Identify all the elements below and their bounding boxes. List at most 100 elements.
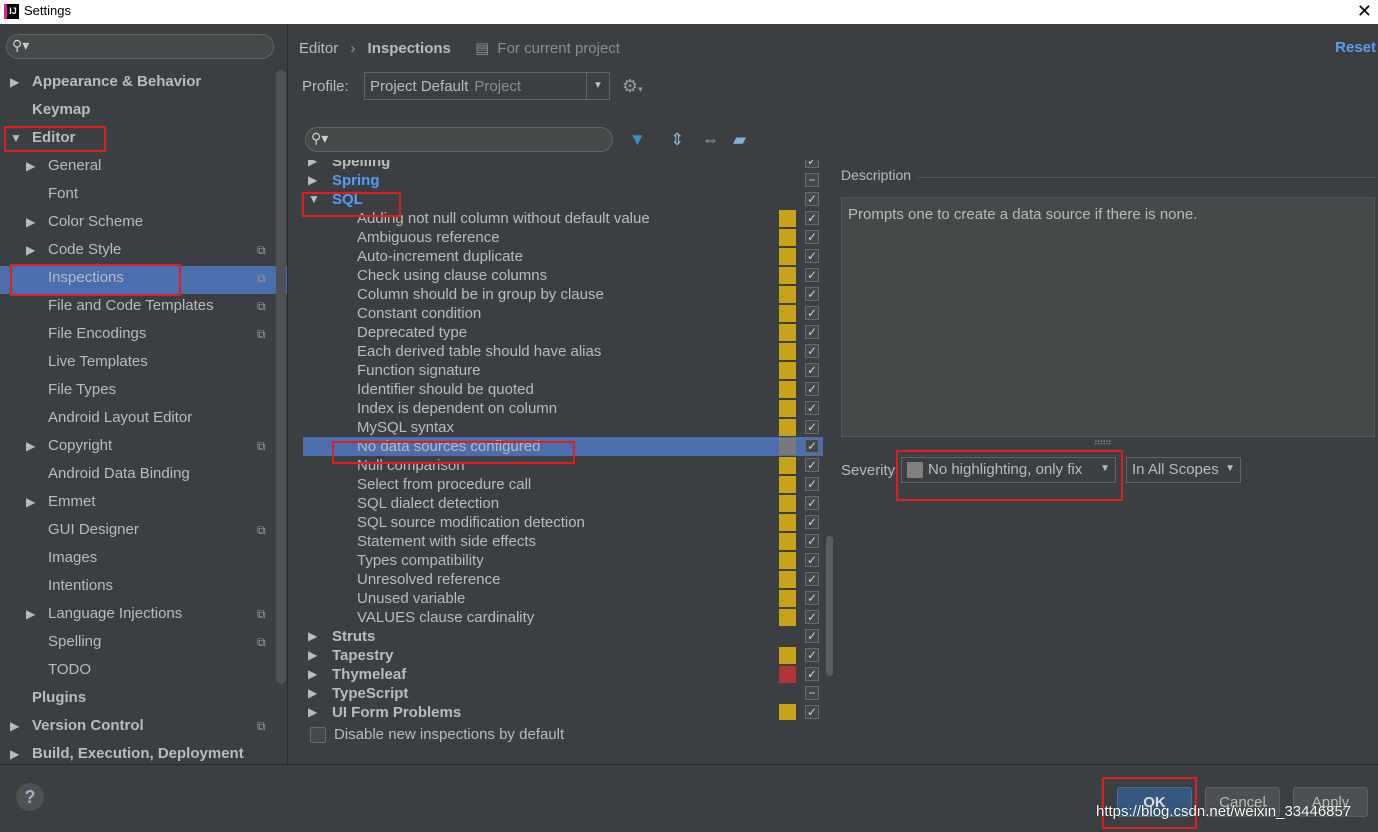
inspection-enabled-checkbox[interactable]: ✓ (805, 249, 819, 263)
sidebar-item-file-and-code-templates[interactable]: File and Code Templates (26, 292, 276, 320)
settings-search[interactable]: ⚲▾ (6, 34, 274, 59)
sidebar-item-font[interactable]: Font (26, 180, 276, 208)
inspection-row[interactable]: VALUES clause cardinality ✓ (303, 608, 823, 627)
sidebar-item-code-style[interactable]: ▶ Code Style (26, 236, 276, 264)
sidebar-item-file-types[interactable]: File Types (26, 376, 276, 404)
collapsed-arrow-icon[interactable]: ▶ (308, 684, 317, 703)
inspection-enabled-checkbox[interactable]: ✓ (805, 667, 819, 681)
collapsed-arrow-icon[interactable]: ▶ (308, 160, 317, 171)
scroll-thumb[interactable] (826, 536, 833, 676)
inspection-row[interactable]: Check using clause columns ✓ (303, 266, 823, 285)
inspection-enabled-checkbox[interactable]: ✓ (805, 192, 819, 206)
inspection-group-row[interactable]: ▶ TypeScript − (303, 684, 823, 703)
sidebar-item-plugins[interactable]: Plugins (10, 684, 260, 712)
sidebar-item-editor[interactable]: ▼ Editor (10, 124, 260, 152)
expand-all-icon[interactable]: ⇕ (670, 130, 684, 150)
inspection-enabled-checkbox[interactable]: ✓ (805, 591, 819, 605)
sidebar-item-live-templates[interactable]: Live Templates (26, 348, 276, 376)
gear-icon[interactable]: ⚙▾ (622, 76, 643, 97)
help-button[interactable]: ? (16, 783, 44, 811)
inspection-enabled-checkbox[interactable]: ✓ (805, 268, 819, 282)
inspection-row[interactable]: Ambiguous reference ✓ (303, 228, 823, 247)
inspection-row[interactable]: Unresolved reference ✓ (303, 570, 823, 589)
inspection-group-row[interactable]: ▶ Spelling ✓ (303, 160, 823, 171)
inspection-enabled-checkbox[interactable]: − (805, 686, 819, 700)
profile-dropdown[interactable]: Project Default Project ▼ (364, 72, 610, 100)
inspection-row[interactable]: Select from procedure call ✓ (303, 475, 823, 494)
inspection-row[interactable]: Null comparison ✓ (303, 456, 823, 475)
inspection-enabled-checkbox[interactable]: ✓ (805, 439, 819, 453)
collapsed-arrow-icon[interactable]: ▶ (10, 712, 24, 740)
inspection-row[interactable]: Identifier should be quoted ✓ (303, 380, 823, 399)
inspection-row[interactable]: Statement with side effects ✓ (303, 532, 823, 551)
expanded-arrow-icon[interactable]: ▼ (308, 190, 320, 209)
inspection-row[interactable]: Function signature ✓ (303, 361, 823, 380)
close-icon[interactable]: ✕ (1357, 0, 1372, 22)
sidebar-item-todo[interactable]: TODO (26, 656, 276, 684)
collapsed-arrow-icon[interactable]: ▶ (26, 152, 40, 180)
expanded-arrow-icon[interactable]: ▼ (10, 124, 24, 152)
inspection-row[interactable]: SQL dialect detection ✓ (303, 494, 823, 513)
inspection-group-row[interactable]: ▶ Tapestry ✓ (303, 646, 823, 665)
sidebar-item-spelling[interactable]: Spelling (26, 628, 276, 656)
inspection-enabled-checkbox[interactable]: ✓ (805, 629, 819, 643)
inspection-enabled-checkbox[interactable]: ✓ (805, 287, 819, 301)
inspection-enabled-checkbox[interactable]: ✓ (805, 306, 819, 320)
inspection-row[interactable]: Adding not null column without default v… (303, 209, 823, 228)
inspection-enabled-checkbox[interactable]: ✓ (805, 420, 819, 434)
inspection-enabled-checkbox[interactable]: ✓ (805, 363, 819, 377)
inspection-enabled-checkbox[interactable]: ✓ (805, 211, 819, 225)
inspection-row[interactable]: Column should be in group by clause ✓ (303, 285, 823, 304)
inspection-row[interactable]: Each derived table should have alias ✓ (303, 342, 823, 361)
inspection-group-row[interactable]: ▶ Struts ✓ (303, 627, 823, 646)
collapsed-arrow-icon[interactable]: ▶ (26, 208, 40, 236)
collapsed-arrow-icon[interactable]: ▶ (308, 665, 317, 684)
reset-link[interactable]: Reset (1335, 39, 1376, 56)
inspection-row[interactable]: Auto-increment duplicate ✓ (303, 247, 823, 266)
scope-dropdown[interactable]: In All Scopes ▼ (1126, 457, 1241, 483)
inspection-group-row[interactable]: ▶ UI Form Problems ✓ (303, 703, 823, 720)
inspection-group-row[interactable]: ▶ Thymeleaf ✓ (303, 665, 823, 684)
inspection-group-row[interactable]: ▼ SQL ✓ (303, 190, 823, 209)
collapsed-arrow-icon[interactable]: ▶ (26, 488, 40, 516)
inspection-row[interactable]: Deprecated type ✓ (303, 323, 823, 342)
sidebar-item-android-data-binding[interactable]: Android Data Binding (26, 460, 276, 488)
severity-dropdown[interactable]: No highlighting, only fix ▼ (901, 457, 1116, 483)
inspection-enabled-checkbox[interactable]: ✓ (805, 477, 819, 491)
sidebar-item-images[interactable]: Images (26, 544, 276, 572)
collapsed-arrow-icon[interactable]: ▶ (10, 68, 24, 96)
collapsed-arrow-icon[interactable]: ▶ (26, 236, 40, 264)
inspections-scrollbar[interactable] (825, 160, 834, 720)
inspection-row[interactable]: Constant condition ✓ (303, 304, 823, 323)
sidebar-item-appearance-behavior[interactable]: ▶ Appearance & Behavior (10, 68, 260, 96)
inspection-enabled-checkbox[interactable]: ✓ (805, 515, 819, 529)
sidebar-item-copyright[interactable]: ▶ Copyright (26, 432, 276, 460)
inspection-enabled-checkbox[interactable]: ✓ (805, 325, 819, 339)
sidebar-item-general[interactable]: ▶ General (26, 152, 276, 180)
filter-icon[interactable]: ▼ (629, 130, 646, 150)
inspection-enabled-checkbox[interactable]: ✓ (805, 648, 819, 662)
inspection-enabled-checkbox[interactable]: ✓ (805, 553, 819, 567)
collapsed-arrow-icon[interactable]: ▶ (308, 646, 317, 665)
sidebar-item-intentions[interactable]: Intentions (26, 572, 276, 600)
settings-search-input[interactable] (37, 37, 271, 57)
sidebar-item-keymap[interactable]: Keymap (10, 96, 260, 124)
inspection-enabled-checkbox[interactable]: ✓ (805, 705, 819, 719)
collapsed-arrow-icon[interactable]: ▶ (308, 627, 317, 646)
collapsed-arrow-icon[interactable]: ▶ (308, 171, 317, 190)
inspection-enabled-checkbox[interactable]: ✓ (805, 160, 819, 168)
inspection-row[interactable]: Types compatibility ✓ (303, 551, 823, 570)
inspection-row[interactable]: Unused variable ✓ (303, 589, 823, 608)
inspection-enabled-checkbox[interactable]: ✓ (805, 534, 819, 548)
inspection-enabled-checkbox[interactable]: − (805, 173, 819, 187)
inspection-group-row[interactable]: ▶ Spring − (303, 171, 823, 190)
sidebar-item-android-layout-editor[interactable]: Android Layout Editor (26, 404, 276, 432)
disable-new-inspections-checkbox[interactable] (310, 727, 326, 743)
sidebar-scrollbar[interactable] (276, 70, 286, 684)
inspection-enabled-checkbox[interactable]: ✓ (805, 458, 819, 472)
inspection-enabled-checkbox[interactable]: ✓ (805, 401, 819, 415)
collapsed-arrow-icon[interactable]: ▶ (26, 432, 40, 460)
sidebar-item-file-encodings[interactable]: File Encodings (26, 320, 276, 348)
sidebar-item-color-scheme[interactable]: ▶ Color Scheme (26, 208, 276, 236)
eraser-icon[interactable]: ▰ (733, 130, 746, 150)
